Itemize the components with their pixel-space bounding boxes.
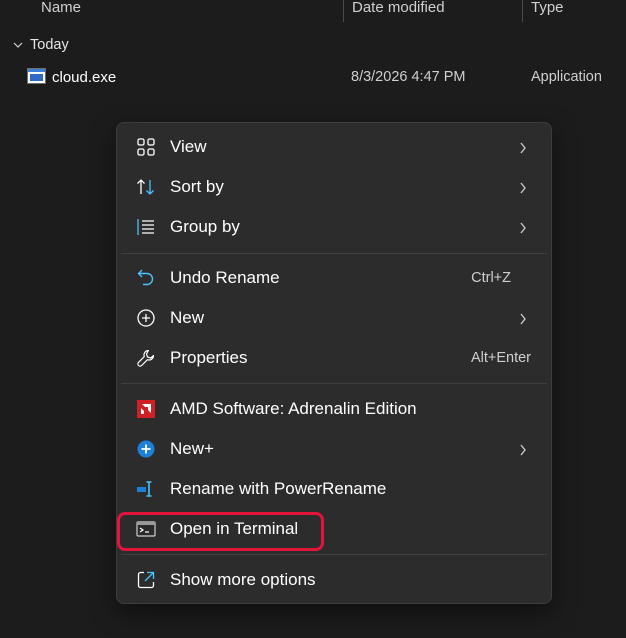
group-header-today[interactable]: Today: [12, 36, 69, 54]
chevron-right-icon: [520, 142, 526, 154]
menu-item-label: Properties: [170, 348, 248, 367]
menu-item-group-by[interactable]: Group by: [121, 208, 547, 246]
column-divider[interactable]: [522, 0, 523, 22]
chevron-right-icon: [520, 444, 526, 456]
menu-item-undo-rename[interactable]: Undo Rename Ctrl+Z: [121, 259, 547, 297]
highlight-annotation: [117, 512, 324, 551]
file-row[interactable]: cloud.exe 8/3/2026 4:47 PM Application: [0, 66, 626, 90]
menu-item-label: New: [170, 308, 205, 327]
menu-item-sort-by[interactable]: Sort by: [121, 168, 547, 206]
view-grid-icon: [137, 138, 155, 156]
column-divider[interactable]: [343, 0, 344, 22]
file-type: Application: [531, 69, 602, 85]
menu-item-new[interactable]: New: [121, 299, 547, 337]
plus-circle-icon: [137, 309, 155, 327]
wrench-icon: [137, 349, 155, 367]
group-label: Today: [30, 37, 69, 53]
menu-item-label: Undo Rename: [170, 268, 280, 287]
chevron-down-icon: [13, 42, 23, 48]
column-header-type[interactable]: Type: [531, 0, 564, 22]
menu-item-show-more-options[interactable]: Show more options: [121, 561, 547, 599]
menu-item-amd-software[interactable]: AMD Software: Adrenalin Edition: [121, 390, 547, 428]
menu-item-label: View: [170, 137, 207, 156]
menu-item-label: New+: [170, 439, 214, 458]
menu-separator: [121, 253, 547, 254]
menu-separator: [121, 554, 547, 555]
undo-icon: [137, 269, 154, 286]
menu-item-properties[interactable]: Properties Alt+Enter: [121, 339, 547, 377]
menu-separator: [121, 383, 547, 384]
menu-item-label: Group by: [170, 217, 240, 236]
amd-logo-icon: [137, 400, 155, 418]
chevron-right-icon: [520, 222, 526, 234]
menu-item-label: Show more options: [170, 570, 316, 589]
menu-item-label: Sort by: [170, 177, 224, 196]
column-header-name[interactable]: Name: [41, 0, 81, 22]
chevron-right-icon: [520, 182, 526, 194]
column-header-date-modified[interactable]: Date modified: [352, 0, 445, 22]
menu-item-label: Rename with PowerRename: [170, 479, 387, 498]
sort-icon: [137, 179, 154, 195]
shortcut-text: Ctrl+Z: [471, 270, 511, 286]
chevron-right-icon: [520, 313, 526, 325]
menu-item-powerrename[interactable]: Rename with PowerRename: [121, 470, 547, 508]
file-name: cloud.exe: [52, 69, 117, 86]
file-date-modified: 8/3/2026 4:47 PM: [351, 69, 466, 85]
group-by-icon: [137, 219, 154, 235]
application-icon: [27, 68, 46, 84]
powerrename-icon: [137, 481, 152, 497]
new-plus-icon: [137, 440, 155, 458]
open-external-icon: [137, 571, 155, 589]
menu-item-label: AMD Software: Adrenalin Edition: [170, 399, 417, 418]
menu-item-new-plus[interactable]: New+: [121, 430, 547, 468]
shortcut-text: Alt+Enter: [470, 350, 531, 366]
menu-item-view[interactable]: View: [121, 128, 547, 166]
